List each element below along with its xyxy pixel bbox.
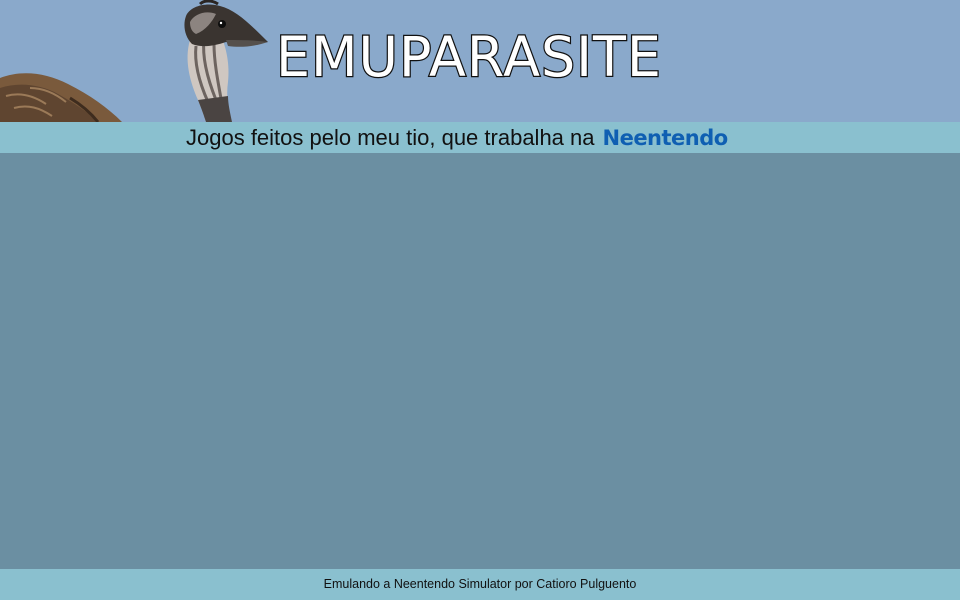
neentendo-logo: Neentendo (602, 126, 729, 150)
site-title: EMUPARASITE (275, 25, 662, 89)
site-footer: Emulando a Neentendo Simulator por Catio… (0, 569, 960, 600)
tagline-text: Jogos feitos pelo meu tio, que trabalha … (186, 125, 595, 150)
tagline-bar: Jogos feitos pelo meu tio, que trabalha … (0, 122, 960, 153)
footer-text: Emulando a Neentendo Simulator por Catio… (323, 577, 637, 591)
site-header: EMUPARASITE (0, 0, 960, 122)
emu-banner-image (0, 0, 268, 122)
tagline: Jogos feitos pelo meu tio, que trabalha … (186, 125, 728, 151)
emulator-content-area (0, 153, 960, 569)
page: EMUPARASITE Jogos feitos pelo meu tio, q… (0, 0, 960, 600)
